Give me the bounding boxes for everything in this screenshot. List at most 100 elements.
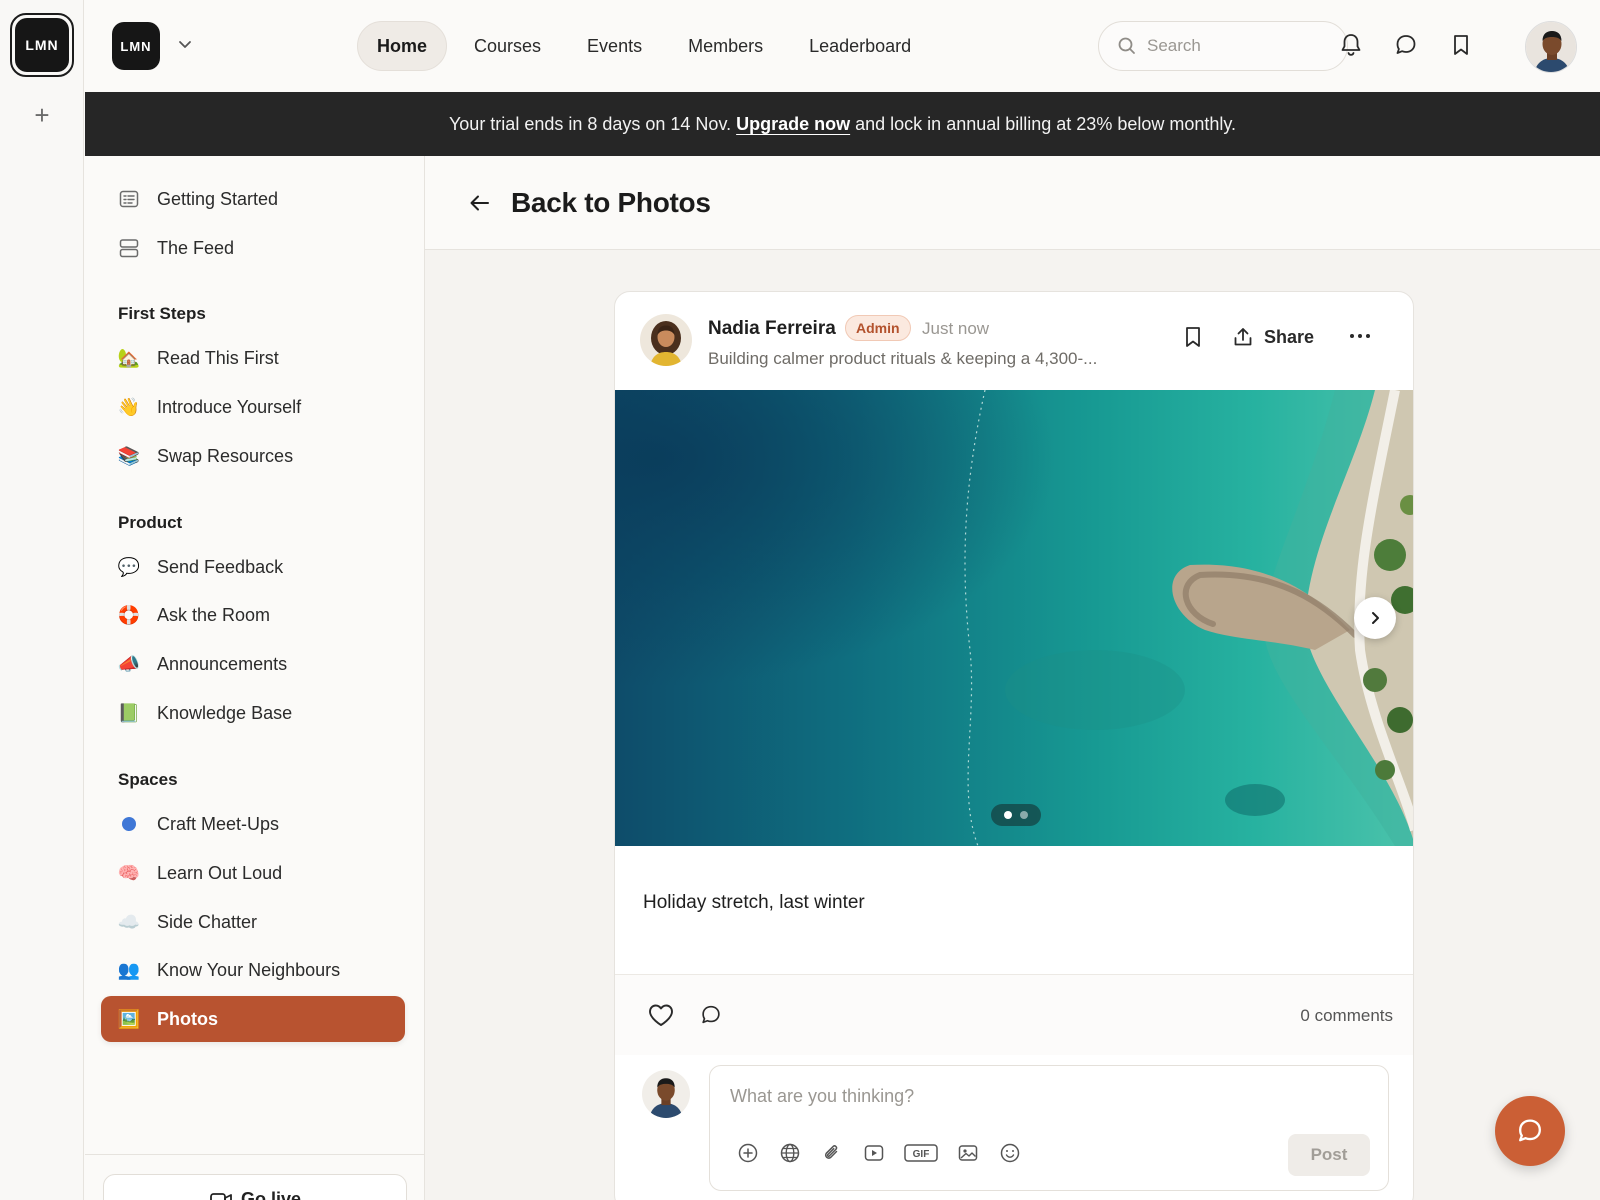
add-workspace-icon[interactable]: + <box>30 102 54 128</box>
sidebar-item-label: Craft Meet-Ups <box>157 813 280 834</box>
trial-text: Your trial ends in 8 days on 14 Nov. <box>448 113 732 134</box>
sidebar-item-label: Read This First <box>157 347 279 368</box>
search-box[interactable] <box>1098 21 1348 71</box>
sidebar-item-craft-meet-ups[interactable]: Craft Meet-Ups <box>101 801 405 847</box>
share-icon <box>1234 328 1252 346</box>
nav-home[interactable]: Home <box>357 21 448 71</box>
add-circle-icon[interactable] <box>736 1141 760 1165</box>
video-icon[interactable] <box>862 1141 886 1165</box>
community-logo[interactable]: LMN <box>112 22 160 70</box>
cloud-emoji-icon: ☁️ <box>117 911 141 932</box>
sidebar-divider <box>85 1154 425 1155</box>
sidebar-item-getting-started[interactable]: Getting Started <box>101 176 405 222</box>
workspace-rail: LMN + <box>0 0 84 1200</box>
comment-composer: GIF Post <box>709 1065 1389 1191</box>
sidebar-item-label: Photos <box>157 1008 218 1029</box>
sidebar-item-side-chatter[interactable]: ☁️ Side Chatter <box>101 899 405 945</box>
sidebar-item-swap-resources[interactable]: 📚 Swap Resources <box>101 433 405 479</box>
video-camera-icon <box>210 1193 232 1200</box>
sidebar-item-ask-the-room[interactable]: 🛟 Ask the Room <box>101 592 405 638</box>
aerial-coast-photo <box>615 390 1413 846</box>
carousel-dot[interactable] <box>1020 811 1028 819</box>
section-heading-spaces: Spaces <box>118 770 178 789</box>
chat-bubble-icon <box>1519 1119 1541 1142</box>
post-header: Nadia Ferreira Admin Just now Building c… <box>615 292 1413 390</box>
svg-text:GIF: GIF <box>913 1149 930 1160</box>
comment-input[interactable] <box>730 1086 1330 1116</box>
search-icon <box>1118 37 1135 54</box>
post-photo-carousel[interactable] <box>615 390 1413 846</box>
sidebar-item-introduce-yourself[interactable]: 👋 Introduce Yourself <box>101 384 405 430</box>
main-content: Back to Photos Nadia Ferreira Admin Just… <box>425 156 1600 1200</box>
bell-icon[interactable] <box>1338 32 1364 58</box>
sidebar-item-label: Introduce Yourself <box>157 396 302 417</box>
nav-leaderboard[interactable]: Leaderboard <box>790 21 930 71</box>
sidebar-item-knowledge-base[interactable]: 📗 Knowledge Base <box>101 690 405 736</box>
nav-events[interactable]: Events <box>568 21 661 71</box>
nav-members[interactable]: Members <box>669 21 782 71</box>
sidebar-item-know-your-neighbours[interactable]: 👥 Know Your Neighbours <box>101 947 405 993</box>
sidebar-item-read-this-first[interactable]: 🏡 Read This First <box>101 335 405 381</box>
sidebar-item-photos[interactable]: 🖼️ Photos <box>101 996 405 1042</box>
bookmark-icon[interactable] <box>1448 32 1474 58</box>
author-name[interactable]: Nadia Ferreira <box>708 318 836 340</box>
go-live-button[interactable]: Go live <box>103 1174 407 1200</box>
support-chat-button[interactable] <box>1495 1096 1565 1166</box>
sidebar-item-label: Getting Started <box>157 188 279 209</box>
chat-bubble-icon[interactable] <box>1393 32 1419 58</box>
top-header: LMN Home Courses Events Members Leaderbo… <box>85 0 1600 92</box>
upgrade-link[interactable]: Upgrade now <box>736 114 850 135</box>
comments-count[interactable]: 0 comments <box>1300 1006 1393 1026</box>
post-actions: 0 comments <box>615 975 1413 1055</box>
heart-icon[interactable] <box>647 1002 675 1028</box>
sidebar-item-the-feed[interactable]: The Feed <box>101 225 405 271</box>
image-icon[interactable] <box>956 1141 980 1165</box>
user-avatar[interactable] <box>1525 21 1577 73</box>
green-book-emoji-icon: 📗 <box>117 702 141 723</box>
trial-banner: Your trial ends in 8 days on 14 Nov. Upg… <box>85 92 1600 156</box>
more-options-icon[interactable] <box>1347 323 1373 349</box>
post-comment-button[interactable]: Post <box>1288 1134 1370 1176</box>
paperclip-icon[interactable] <box>820 1141 844 1165</box>
section-heading-first-steps: First Steps <box>118 304 206 323</box>
sidebar-item-send-feedback[interactable]: 💬 Send Feedback <box>101 544 405 590</box>
nav-courses[interactable]: Courses <box>455 21 560 71</box>
admin-badge: Admin <box>845 315 911 341</box>
sidebar-item-label: Learn Out Loud <box>157 862 283 883</box>
sidebar-item-learn-out-loud[interactable]: 🧠 Learn Out Loud <box>101 850 405 896</box>
workspace-switcher[interactable]: LMN <box>10 13 74 77</box>
people-emoji-icon: 👥 <box>117 959 141 980</box>
main-nav: Home Courses Events Members Leaderboard <box>357 21 930 71</box>
bookmark-icon[interactable] <box>1180 324 1206 350</box>
house-emoji-icon: 🏡 <box>117 347 141 368</box>
lifebuoy-emoji-icon: 🛟 <box>117 604 141 625</box>
post-caption: Holiday stretch, last winter <box>643 892 865 913</box>
search-input[interactable] <box>1147 36 1327 56</box>
framed-picture-emoji-icon: 🖼️ <box>117 1008 141 1029</box>
carousel-dot-active[interactable] <box>1004 811 1012 819</box>
section-heading-product: Product <box>118 513 183 532</box>
arrow-left-icon[interactable] <box>467 190 493 216</box>
comment-icon[interactable] <box>699 1003 723 1027</box>
sidebar-item-announcements[interactable]: 📣 Announcements <box>101 641 405 687</box>
chevron-down-icon[interactable] <box>175 34 195 54</box>
checklist-icon <box>117 187 141 211</box>
gif-icon[interactable]: GIF <box>904 1141 938 1165</box>
sidebar-item-label: Swap Resources <box>157 445 294 466</box>
trial-text-suffix: and lock in annual billing at 23% below … <box>855 113 1237 134</box>
feed-icon <box>117 236 141 260</box>
share-button[interactable]: Share <box>1232 322 1314 352</box>
carousel-indicator <box>991 804 1041 826</box>
post-timestamp: Just now <box>922 319 990 338</box>
chevron-right-icon <box>1372 612 1379 624</box>
globe-icon[interactable] <box>778 1141 802 1165</box>
workspace-logo: LMN <box>15 18 69 72</box>
emoji-icon[interactable] <box>998 1141 1022 1165</box>
sidebar-item-label: Ask the Room <box>157 604 271 625</box>
sidebar-item-label: Knowledge Base <box>157 702 293 723</box>
sidebar-item-label: Send Feedback <box>157 556 284 577</box>
page-title[interactable]: Back to Photos <box>511 187 711 219</box>
carousel-next-button[interactable] <box>1354 597 1396 639</box>
author-avatar[interactable] <box>640 314 692 366</box>
sidebar: Getting Started The Feed First Steps 🏡 R… <box>85 156 425 1200</box>
